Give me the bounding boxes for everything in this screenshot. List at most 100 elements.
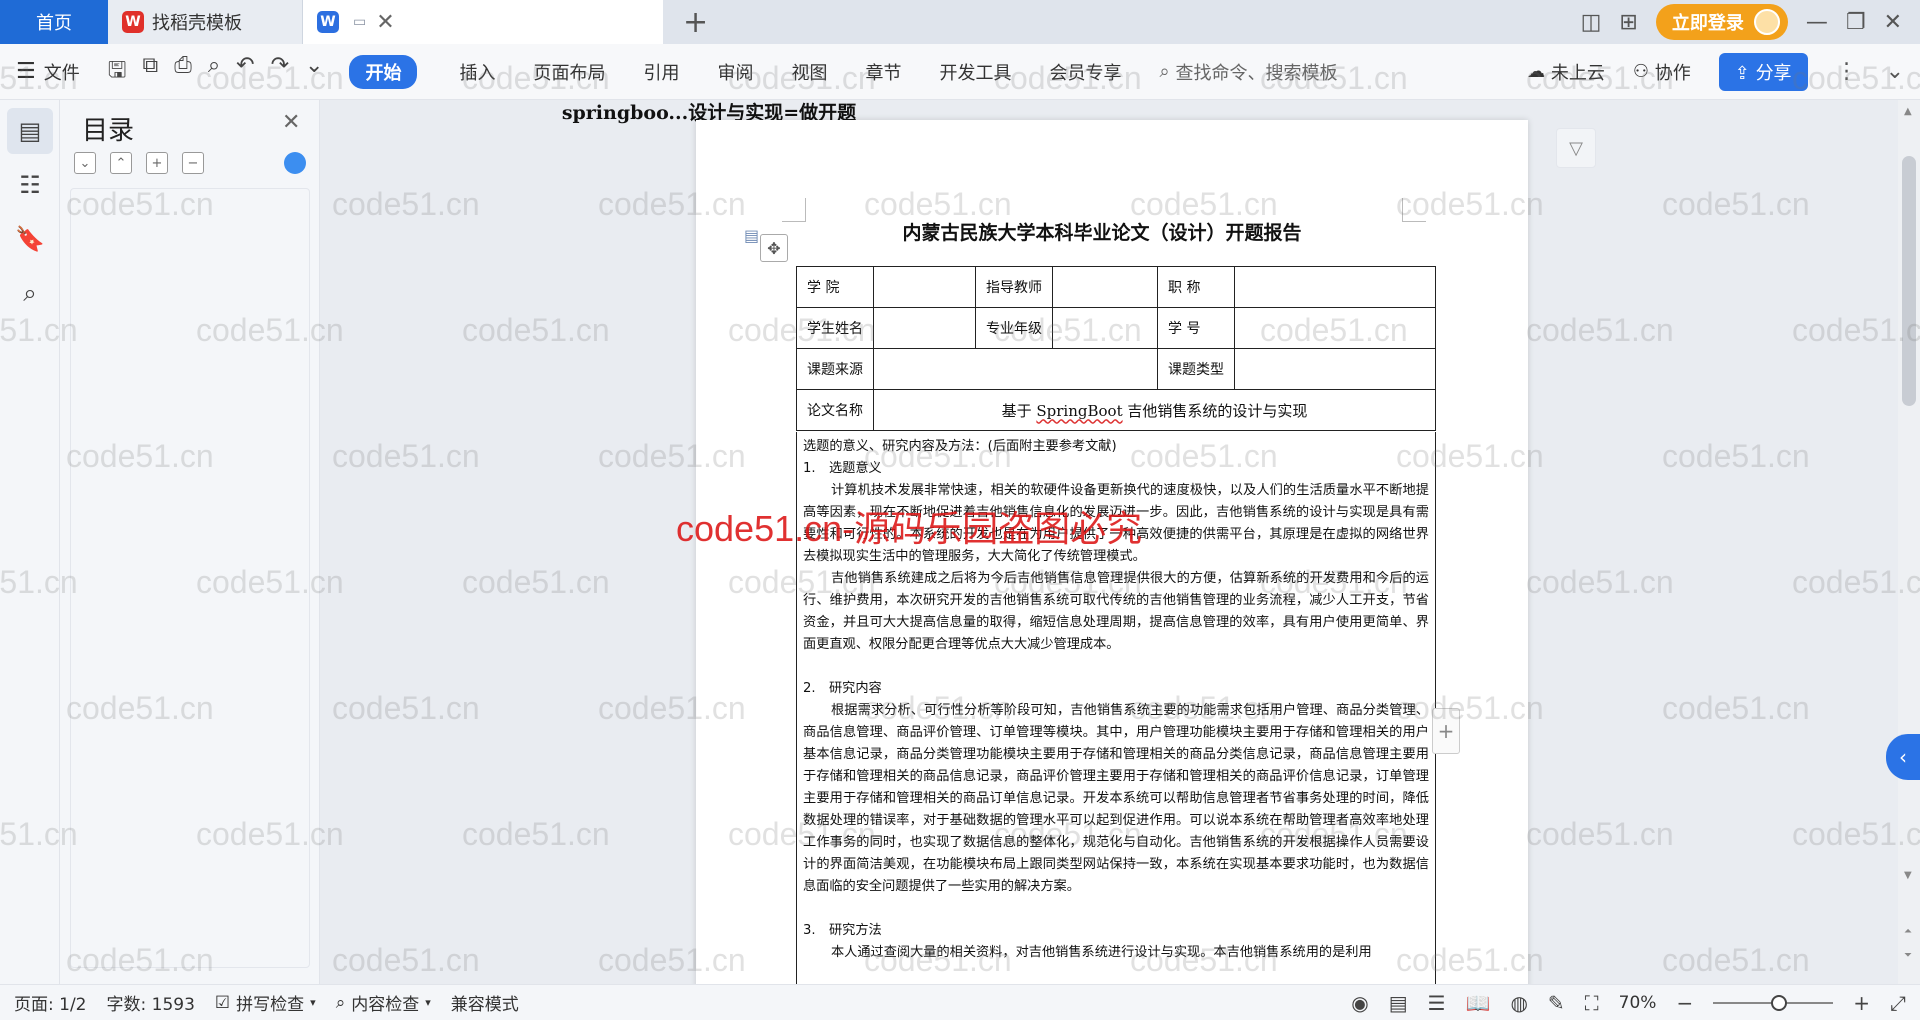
file-menu[interactable]: ☰ 文件 [16, 59, 80, 85]
table-cell[interactable] [873, 348, 1158, 390]
collapse-ribbon-icon[interactable]: ⌄ [1886, 59, 1904, 84]
table-cell[interactable]: 论文名称 [796, 389, 874, 431]
table-cell[interactable] [1052, 307, 1158, 349]
table-cell[interactable]: 学 号 [1156, 307, 1236, 349]
grid-apps-icon[interactable]: ⊞ [1619, 10, 1637, 35]
spell-check-button[interactable]: ☑ 拼写检查 ▾ [215, 990, 316, 1016]
screen-icon[interactable]: ▭ [353, 14, 366, 30]
tab-start[interactable]: 开始 [349, 54, 418, 89]
fullscreen-icon[interactable]: ⤢ [1890, 991, 1906, 1015]
tab-review[interactable]: 审阅 [717, 59, 753, 85]
zoom-knob[interactable] [1771, 994, 1788, 1011]
tab-chapter[interactable]: 章节 [865, 59, 901, 85]
content-check-button[interactable]: ⌕ 内容检查 ▾ [335, 990, 431, 1016]
web-view-icon[interactable]: ◍ [1510, 991, 1527, 1015]
pen-icon[interactable]: ✎ [1548, 991, 1565, 1015]
scroll-page-up-icon[interactable]: ⏶ [1904, 926, 1912, 937]
tab-view[interactable]: 视图 [791, 59, 827, 85]
export-icon[interactable]: ⧉ [142, 53, 158, 91]
table-cell[interactable] [1234, 348, 1436, 390]
watermark-text: code51.cn [462, 312, 610, 348]
outline-view-icon[interactable]: ☰ [1428, 991, 1446, 1015]
table-cell[interactable]: 学生姓名 [796, 307, 874, 349]
tab-developer[interactable]: 开发工具 [939, 59, 1011, 85]
remove-level-icon[interactable]: − [182, 152, 204, 174]
heading-text: 研究方法 [829, 923, 882, 938]
restore-icon[interactable]: ❐ [1846, 10, 1866, 35]
eye-protect-icon[interactable]: ◉ [1351, 991, 1368, 1015]
page-view-icon[interactable]: ▤ [1389, 991, 1408, 1015]
tab-member[interactable]: 会员专享 [1049, 59, 1121, 85]
layout-icon[interactable]: ◫ [1581, 10, 1602, 35]
table-cell[interactable]: 指导教师 [975, 266, 1053, 308]
watermark-text: code51.cn [332, 690, 480, 726]
table-cell[interactable]: 课题类型 [1156, 348, 1236, 390]
preview-icon[interactable]: ⌕ [208, 53, 220, 91]
table-cell[interactable] [873, 307, 976, 349]
cloud-status[interactable]: ☁ 未上云 [1527, 59, 1605, 85]
ai-assistant-icon[interactable] [284, 152, 306, 174]
undo-icon[interactable]: ↶ [236, 53, 254, 91]
command-search[interactable]: ⌕ 查找命令、搜索模板 [1159, 59, 1337, 85]
document-title: 内蒙古民族大学本科毕业论文（设计）开题报告 [902, 222, 1302, 244]
tab-page-layout[interactable]: 页面布局 [533, 59, 605, 85]
thesis-title-cell[interactable]: 基于 SpringBoot 吉他销售系统的设计与实现 [873, 389, 1436, 431]
share-button[interactable]: ⇪ 分享 [1718, 52, 1808, 91]
tab-document[interactable]: W springboo...设计与实现=做开题 ▭ ✕ [303, 0, 856, 124]
find-icon[interactable]: ⌕ [7, 270, 53, 316]
more-icon[interactable]: ⋮ [1836, 59, 1858, 84]
tab-insert[interactable]: 插入 [459, 59, 495, 85]
scroll-down-icon[interactable]: ▼ [1904, 870, 1912, 881]
toc-nav-icon[interactable]: ▤ [7, 108, 53, 154]
left-rail: ▤ ☷ 🔖 ⌕ [0, 100, 60, 984]
note-icon[interactable]: ▤ [744, 226, 759, 245]
side-panel-toggle-icon[interactable]: ‹ [1886, 734, 1920, 780]
table-cell[interactable]: 课题来源 [796, 348, 874, 390]
chapter-nav-icon[interactable]: ☷ [7, 162, 53, 208]
minimize-icon[interactable]: — [1806, 10, 1828, 35]
page-indicator[interactable]: 页面: 1/2 [14, 990, 87, 1015]
close-window-icon[interactable]: ✕ [1884, 10, 1902, 35]
table-cell[interactable]: 学 院 [796, 266, 874, 308]
paragraph: 根据需求分析、可行性分析等阶段可知，吉他销售系统主要的功能需求包括用户管理、商品… [803, 703, 1429, 894]
table-cell[interactable] [873, 266, 976, 308]
table-cell[interactable] [1234, 266, 1436, 308]
read-view-icon[interactable]: 📖 [1466, 991, 1491, 1015]
tab-home[interactable]: 首页 [0, 0, 108, 44]
zoom-out-icon[interactable]: − [1676, 991, 1693, 1015]
save-icon[interactable]: 🖫 [108, 53, 127, 91]
word-count[interactable]: 字数: 1593 [107, 990, 195, 1015]
collapse-icon[interactable]: ⌃ [110, 152, 132, 174]
expand-icon[interactable]: ⌄ [74, 152, 96, 174]
table-cell[interactable] [1052, 266, 1158, 308]
bookmark-icon[interactable]: 🔖 [7, 216, 53, 262]
tab-template[interactable]: W 找稻壳模板 [108, 0, 303, 44]
add-row-icon[interactable]: + [1432, 708, 1460, 754]
table-cell[interactable] [1234, 307, 1436, 349]
scroll-up-icon[interactable]: ▲ [1904, 106, 1912, 117]
heading-significance: 1. 选题意义 [803, 458, 1429, 480]
redo-icon[interactable]: ↷ [271, 53, 289, 91]
print-icon[interactable]: ⎙ [174, 53, 192, 91]
vertical-scrollbar[interactable]: ▲ ▼ ⏶ ⏷ [1898, 100, 1920, 984]
scroll-page-down-icon[interactable]: ⏷ [1904, 950, 1912, 961]
login-button[interactable]: 立即登录 [1655, 4, 1788, 40]
close-icon[interactable]: ✕ [282, 110, 300, 135]
zoom-in-icon[interactable]: + [1853, 991, 1870, 1015]
fit-page-icon[interactable]: ⛶ [1585, 991, 1599, 1015]
table-cell[interactable]: 专业年级 [975, 307, 1053, 349]
document-page[interactable]: ▤ ✥ 内蒙古民族大学本科毕业论文（设计）开题报告 学 院 指导教师 职 称 学… [696, 120, 1528, 990]
close-tab-icon[interactable]: ✕ [376, 10, 394, 35]
zoom-slider[interactable] [1713, 994, 1834, 1011]
new-tab-button[interactable]: + [663, 0, 728, 44]
collab-button[interactable]: ⚇ 协作 [1633, 59, 1691, 85]
add-level-icon[interactable]: + [146, 152, 168, 174]
tab-references[interactable]: 引用 [643, 59, 679, 85]
scroll-thumb[interactable] [1902, 156, 1916, 406]
zoom-level[interactable]: 70% [1619, 993, 1657, 1013]
page-fold-icon[interactable]: ▽ [1556, 128, 1596, 168]
chevron-down-icon[interactable]: ⌄ [305, 53, 323, 91]
inspect-icon: ⌕ [335, 992, 346, 1013]
table-cell[interactable]: 职 称 [1156, 266, 1236, 308]
heading-text: 研究内容 [829, 681, 882, 696]
